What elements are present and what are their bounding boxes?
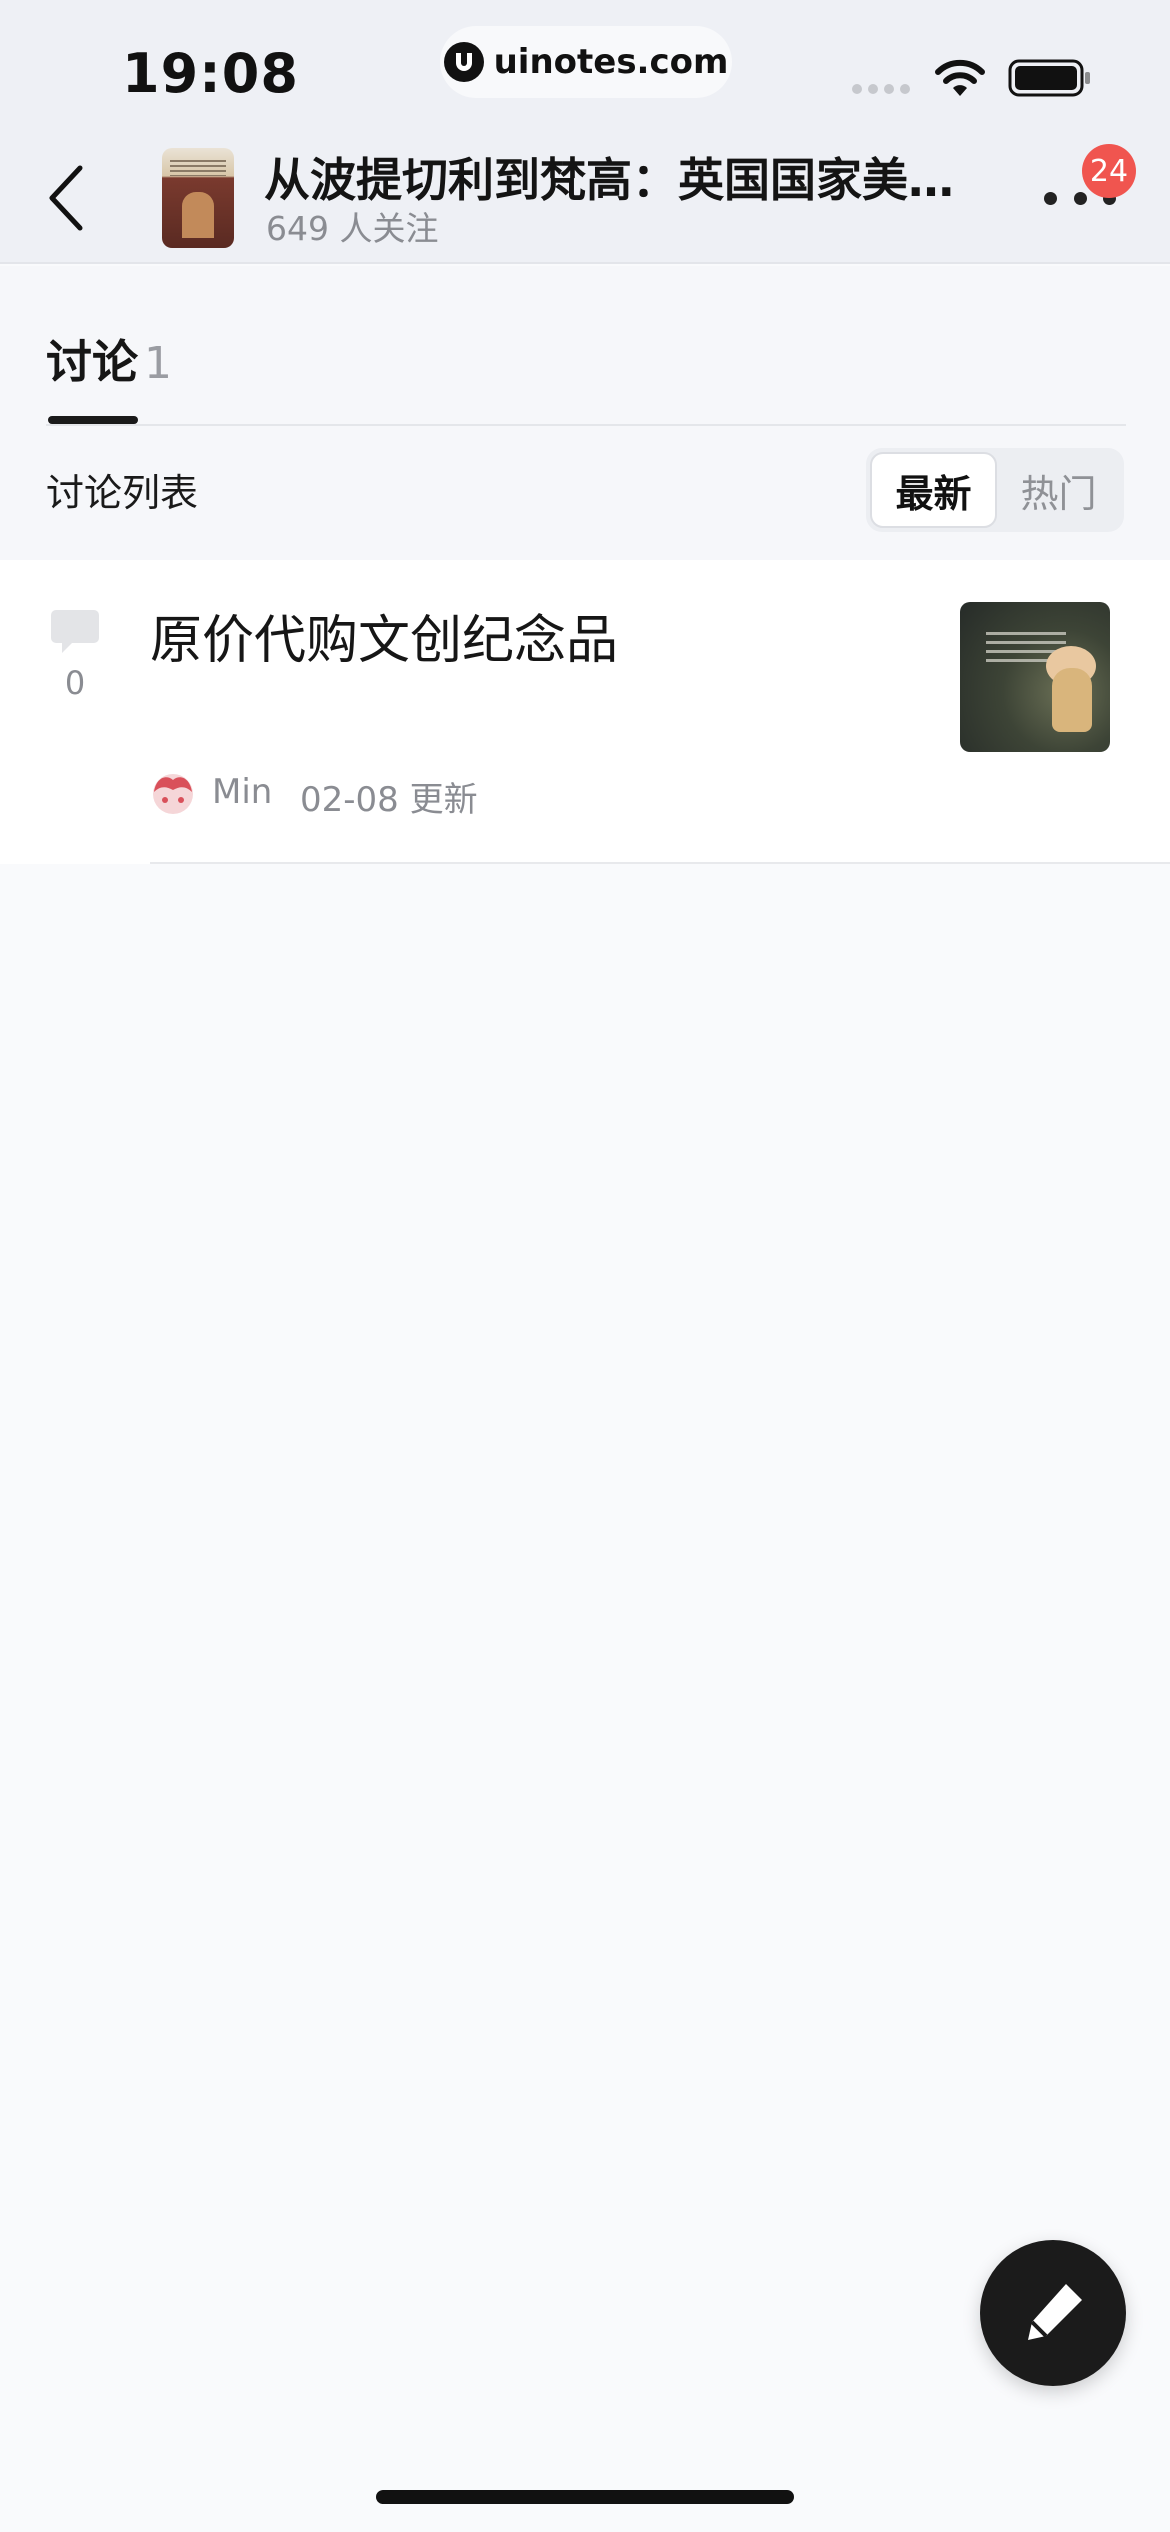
- tab-count: 1: [144, 338, 172, 389]
- compose-button[interactable]: [980, 2240, 1126, 2386]
- author-name[interactable]: Min: [212, 772, 272, 812]
- pen-icon: [1028, 2284, 1082, 2340]
- post-title[interactable]: 原价代购文创纪念品: [150, 598, 618, 673]
- signal-dots-icon: [852, 84, 910, 94]
- notification-badge: 24: [1082, 144, 1136, 198]
- avatar[interactable]: [148, 766, 198, 814]
- battery-icon: [1008, 59, 1090, 97]
- wifi-icon: [935, 59, 985, 96]
- followers-count: 649 人关注: [266, 209, 439, 248]
- sort-toggle: 最新 热门: [866, 448, 1124, 532]
- comment-count: 0: [64, 664, 86, 702]
- sort-hot-button[interactable]: 热门: [997, 452, 1120, 528]
- more-dots-icon: [1044, 191, 1057, 205]
- tab-discussion[interactable]: 讨论 1: [46, 326, 172, 392]
- chevron-left-icon: [49, 165, 83, 231]
- top-bar: 19:08 uinotes.com 从波提切利到梵高：英国国家美… 649 人关: [0, 0, 1170, 264]
- tabs-area: 讨论 1 讨论列表 最新 热门: [0, 266, 1170, 560]
- group-cover-image[interactable]: [162, 148, 234, 248]
- url-pill[interactable]: uinotes.com: [440, 26, 732, 98]
- comment-icon: [51, 610, 99, 653]
- divider: [46, 424, 1126, 426]
- url-text: uinotes.com: [493, 42, 729, 82]
- group-title[interactable]: 从波提切利到梵高：英国国家美…: [264, 144, 964, 210]
- post-thumbnail[interactable]: [960, 602, 1110, 752]
- status-time: 19:08: [122, 42, 299, 105]
- screen: 19:08 uinotes.com 从波提切利到梵高：英国国家美… 649 人关: [0, 0, 1170, 2532]
- active-tab-indicator: [48, 416, 138, 424]
- list-heading: 讨论列表: [46, 471, 199, 515]
- list-item[interactable]: 0 原价代购文创纪念品 Min 02-08 更新: [0, 560, 1170, 864]
- site-logo-icon: [443, 42, 484, 82]
- back-button[interactable]: [36, 160, 96, 236]
- divider: [150, 862, 1170, 864]
- sort-latest-button[interactable]: 最新: [870, 452, 997, 528]
- home-indicator: [376, 2490, 794, 2504]
- tab-label: 讨论: [46, 335, 138, 389]
- post-updated-time: 02-08 更新: [300, 780, 478, 820]
